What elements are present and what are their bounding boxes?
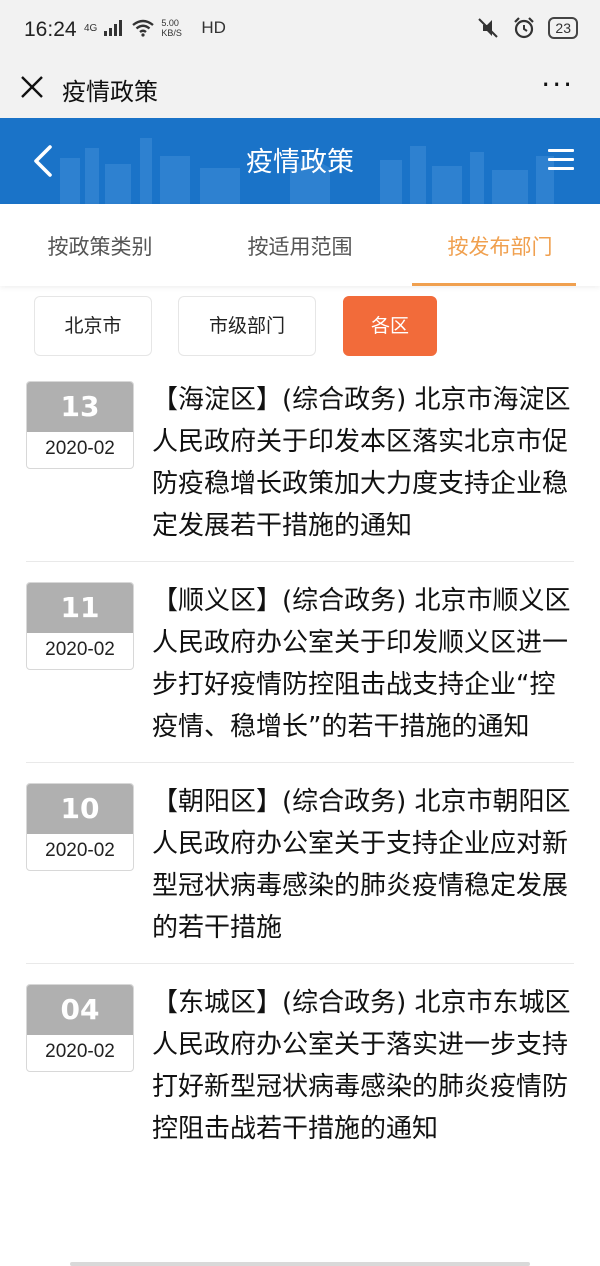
tab-applicable-scope[interactable]: 按适用范围: [200, 204, 400, 286]
date-year-month: 2020-02: [45, 639, 115, 660]
webview-bar: 疫情政策 ···: [0, 60, 600, 118]
policy-list: 13 2020-02 【海淀区】(综合政务) 北京市海淀区人民政府关于印发本区落…: [0, 372, 600, 1164]
webview-title: 疫情政策: [62, 78, 158, 106]
date-box: 10 2020-02: [26, 783, 134, 871]
hd-badge: HD: [201, 18, 226, 37]
alarm-icon: [514, 17, 535, 39]
date-day: 13: [27, 382, 133, 432]
more-options-button[interactable]: ···: [541, 68, 574, 101]
date-box: 11 2020-02: [26, 582, 134, 670]
filter-chip-beijing[interactable]: 北京市: [34, 296, 152, 356]
tab-issuing-department[interactable]: 按发布部门: [400, 204, 600, 286]
status-bar: 16:24 4G 5.00 KB/S HD 23: [0, 0, 600, 60]
network-speed: 5.00 KB/S: [161, 18, 182, 38]
list-item[interactable]: 10 2020-02 【朝阳区】(综合政务) 北京市朝阳区人民政府办公室关于支持…: [26, 763, 574, 964]
filter-chip-districts[interactable]: 各区: [343, 296, 437, 356]
policy-title[interactable]: 【顺义区】(综合政务) 北京市顺义区人民政府办公室关于印发顺义区进一步打好疫情防…: [152, 562, 574, 762]
tab-policy-category[interactable]: 按政策类别: [0, 204, 200, 286]
page-title: 疫情政策: [246, 147, 354, 178]
network-type: 4G: [84, 22, 98, 34]
page-header: 疫情政策: [0, 118, 600, 204]
date-year-month: 2020-02: [45, 1041, 115, 1062]
battery-level: 23: [548, 17, 578, 39]
list-item[interactable]: 11 2020-02 【顺义区】(综合政务) 北京市顺义区人民政府办公室关于印发…: [26, 562, 574, 763]
list-item[interactable]: 13 2020-02 【海淀区】(综合政务) 北京市海淀区人民政府关于印发本区落…: [26, 372, 574, 562]
bottom-scroll-indicator: [70, 1262, 530, 1266]
filter-chip-city-departments[interactable]: 市级部门: [178, 296, 316, 356]
category-tabs: 按政策类别 按适用范围 按发布部门: [0, 204, 600, 286]
wifi-icon: [132, 19, 155, 37]
date-year-month: 2020-02: [45, 840, 115, 861]
date-day: 04: [27, 985, 133, 1035]
menu-icon[interactable]: [548, 149, 574, 171]
list-item[interactable]: 04 2020-02 【东城区】(综合政务) 北京市东城区人民政府办公室关于落实…: [26, 964, 574, 1164]
date-day: 11: [27, 583, 133, 633]
policy-title[interactable]: 【东城区】(综合政务) 北京市东城区人民政府办公室关于落实进一步支持打好新型冠状…: [152, 964, 574, 1164]
date-day: 10: [27, 784, 133, 834]
date-year-month: 2020-02: [45, 438, 115, 459]
mute-icon: [478, 18, 499, 38]
date-box: 13 2020-02: [26, 381, 134, 469]
date-box: 04 2020-02: [26, 984, 134, 1072]
signal-icon: [104, 20, 123, 36]
policy-title[interactable]: 【朝阳区】(综合政务) 北京市朝阳区人民政府办公室关于支持企业应对新型冠状病毒感…: [152, 763, 574, 963]
policy-title[interactable]: 【海淀区】(综合政务) 北京市海淀区人民政府关于印发本区落实北京市促防疫稳增长政…: [152, 372, 574, 561]
department-filters: 北京市 市级部门 各区: [0, 286, 600, 372]
close-icon[interactable]: [18, 73, 46, 101]
status-time: 16:24: [24, 18, 77, 41]
